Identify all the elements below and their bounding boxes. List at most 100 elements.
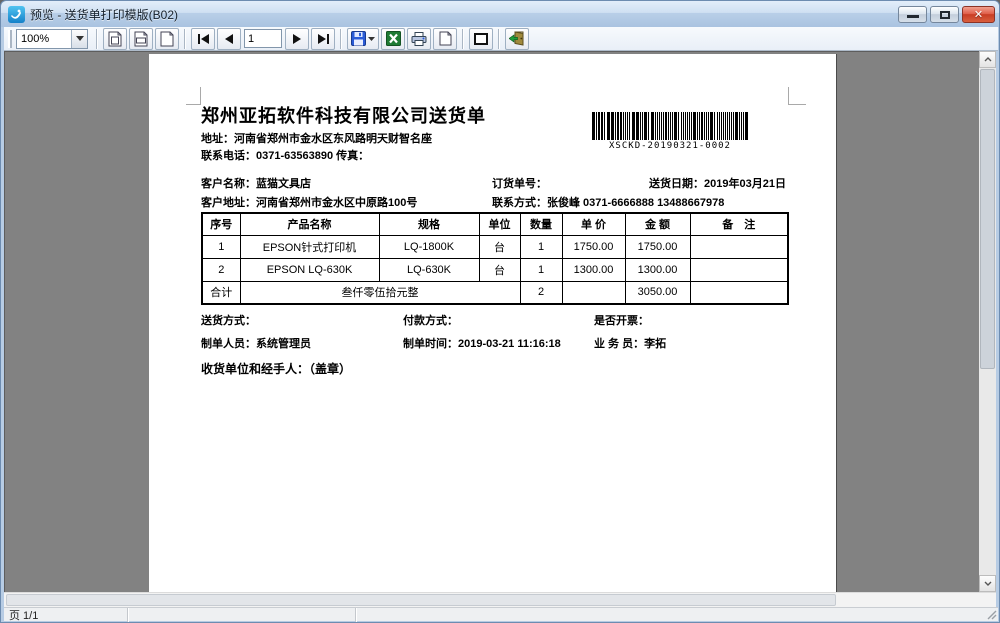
barcode: XSCKD-20190321-0002 <box>577 112 763 151</box>
page-plain-icon <box>160 31 174 47</box>
export-excel-button[interactable] <box>381 28 405 50</box>
cell-unit: 台 <box>479 258 520 281</box>
chevron-down-icon[interactable] <box>71 30 87 48</box>
resize-grip[interactable] <box>986 609 997 620</box>
titlebar: 预览 - 送货单打印模版(B02) ✕ <box>1 1 1000 27</box>
payment-method: 付款方式： <box>403 312 458 328</box>
window-title: 预览 - 送货单打印模版(B02) <box>30 6 178 23</box>
cell-unit: 台 <box>479 235 520 258</box>
preview-window: 预览 - 送货单打印模版(B02) ✕ 100% <box>0 0 1000 623</box>
table-row: 2 EPSON LQ-630K LQ-630K 台 1 1300.00 1300… <box>202 258 788 281</box>
minimize-button[interactable] <box>898 6 927 23</box>
status-page-panel: 页 1/1 <box>4 608 128 622</box>
make-time: 制单时间：2019-03-21 11:16:18 <box>403 335 561 351</box>
save-button[interactable] <box>347 28 379 50</box>
document-page: 郑州亚拓软件科技有限公司送货单 地址：河南省郑州市金水区东风路明天财智名座 联系… <box>149 54 836 592</box>
floppy-disk-icon <box>351 31 366 46</box>
cell-amount: 1750.00 <box>625 235 690 258</box>
next-page-icon <box>293 34 301 44</box>
toolbar: 100% <box>4 27 998 51</box>
cell-qty: 1 <box>520 258 562 281</box>
statusbar: 页 1/1 <box>4 607 998 621</box>
stamp-line: 收货单位和经手人：（盖章） <box>201 360 351 377</box>
zoom-select[interactable]: 100% <box>16 29 88 49</box>
cell-product: EPSON LQ-630K <box>240 258 379 281</box>
col-qty: 数量 <box>520 213 562 235</box>
app-icon <box>8 6 25 23</box>
cell-price: 1750.00 <box>562 235 625 258</box>
vertical-scroll-thumb[interactable] <box>980 69 995 369</box>
exit-button[interactable] <box>505 28 529 50</box>
invoice-flag: 是否开票： <box>594 312 649 328</box>
cell-remark <box>690 258 788 281</box>
vertical-scrollbar[interactable] <box>979 51 996 592</box>
excel-export-icon <box>386 31 401 46</box>
fit-page-width-button[interactable] <box>129 28 153 50</box>
col-product: 产品名称 <box>240 213 379 235</box>
cell-product: EPSON针式打印机 <box>240 235 379 258</box>
toolbar-separator <box>340 29 342 49</box>
document-title: 郑州亚拓软件科技有限公司送货单 <box>201 102 486 128</box>
crop-mark-top-right <box>788 87 806 105</box>
cell-spec: LQ-1800K <box>379 235 479 258</box>
cell-remark <box>690 235 788 258</box>
maximize-button[interactable] <box>930 6 959 23</box>
salesman: 业 务 员：李拓 <box>594 335 666 351</box>
cell-qty: 1 <box>520 235 562 258</box>
chevron-down-icon <box>368 37 375 41</box>
blank-page-icon <box>439 31 452 46</box>
total-amount: 3050.00 <box>625 281 690 304</box>
horizontal-scrollbar[interactable] <box>4 592 996 607</box>
print-button[interactable] <box>407 28 431 50</box>
previous-page-icon <box>225 34 233 44</box>
delivery-date: 送货日期：2019年03月21日 <box>649 175 786 191</box>
next-page-button[interactable] <box>285 28 309 50</box>
scroll-down-button[interactable] <box>979 575 996 592</box>
minimize-icon <box>907 15 919 18</box>
toolbar-grip[interactable] <box>8 30 12 48</box>
page-setup-button[interactable] <box>433 28 457 50</box>
actual-size-button[interactable] <box>155 28 179 50</box>
page-number-input[interactable] <box>244 29 282 48</box>
zoom-value: 100% <box>17 33 71 45</box>
total-label: 合计 <box>202 281 240 304</box>
toolbar-separator <box>498 29 500 49</box>
printer-icon <box>411 32 427 46</box>
chevron-down-icon <box>984 581 992 586</box>
exit-door-icon <box>509 31 525 46</box>
margins-button[interactable] <box>469 28 493 50</box>
cell-seq: 2 <box>202 258 240 281</box>
table-total-row: 合计 叁仟零伍拾元整 2 3050.00 <box>202 281 788 304</box>
company-phone: 联系电话：0371-63563890 传真： <box>201 147 369 163</box>
total-qty: 2 <box>520 281 562 304</box>
status-panel-3 <box>357 608 997 622</box>
scroll-up-button[interactable] <box>979 51 996 68</box>
page-width-icon <box>134 31 148 47</box>
preview-area: 郑州亚拓软件科技有限公司送货单 地址：河南省郑州市金水区东风路明天财智名座 联系… <box>4 51 979 592</box>
cell-spec: LQ-630K <box>379 258 479 281</box>
total-price-empty <box>562 281 625 304</box>
toolbar-separator <box>96 29 98 49</box>
company-address: 地址：河南省郑州市金水区东风路明天财智名座 <box>201 130 432 146</box>
horizontal-scroll-thumb[interactable] <box>6 594 836 606</box>
first-page-button[interactable] <box>191 28 215 50</box>
col-remark: 备 注 <box>690 213 788 235</box>
barcode-bars <box>577 112 763 140</box>
chevron-up-icon <box>984 57 992 62</box>
col-spec: 规格 <box>379 213 479 235</box>
status-panel-2 <box>129 608 356 622</box>
col-amount: 金 额 <box>625 213 690 235</box>
cell-price: 1300.00 <box>562 258 625 281</box>
total-amount-chinese: 叁仟零伍拾元整 <box>240 281 520 304</box>
table-header-row: 序号 产品名称 规格 单位 数量 单 价 金 额 备 注 <box>202 213 788 235</box>
close-button[interactable]: ✕ <box>962 6 995 23</box>
crop-mark-top-left <box>186 87 201 105</box>
cell-amount: 1300.00 <box>625 258 690 281</box>
fit-whole-page-button[interactable] <box>103 28 127 50</box>
first-page-icon <box>198 34 209 44</box>
previous-page-button[interactable] <box>217 28 241 50</box>
last-page-button[interactable] <box>311 28 335 50</box>
total-remark-empty <box>690 281 788 304</box>
delivery-method: 送货方式： <box>201 312 256 328</box>
maximize-icon <box>940 11 950 19</box>
